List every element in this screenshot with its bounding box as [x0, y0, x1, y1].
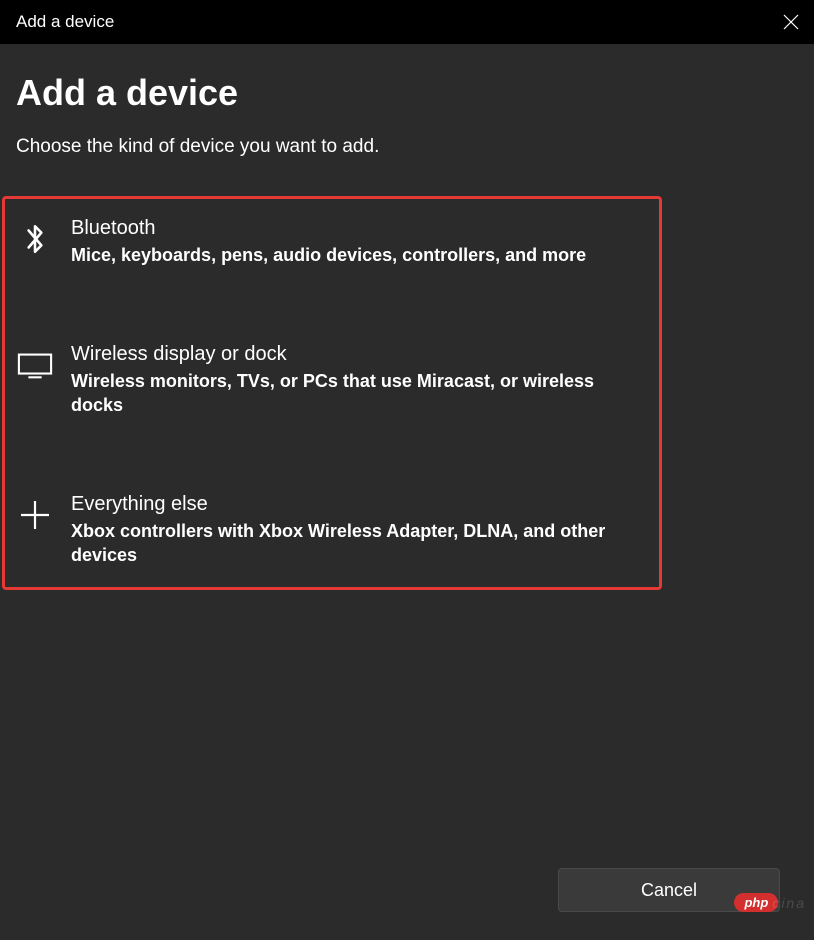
titlebar: Add a device [0, 0, 814, 44]
option-text: Everything else Xbox controllers with Xb… [71, 493, 645, 567]
display-icon [17, 347, 53, 383]
device-options-group: Bluetooth Mice, keyboards, pens, audio d… [2, 196, 662, 590]
close-button[interactable] [768, 0, 814, 44]
option-title: Bluetooth [71, 217, 586, 240]
watermark-suffix: cina [772, 895, 806, 911]
dialog-content: Add a device Choose the kind of device y… [0, 44, 814, 590]
option-description: Wireless monitors, TVs, or PCs that use … [71, 370, 645, 417]
option-everything-else[interactable]: Everything else Xbox controllers with Xb… [5, 483, 659, 577]
bluetooth-icon [17, 221, 53, 257]
option-description: Xbox controllers with Xbox Wireless Adap… [71, 520, 645, 567]
titlebar-title: Add a device [16, 12, 114, 32]
option-title: Everything else [71, 493, 645, 516]
option-bluetooth[interactable]: Bluetooth Mice, keyboards, pens, audio d… [5, 207, 659, 277]
option-description: Mice, keyboards, pens, audio devices, co… [71, 244, 586, 267]
page-subtitle: Choose the kind of device you want to ad… [16, 136, 798, 158]
close-icon [783, 14, 799, 30]
option-title: Wireless display or dock [71, 343, 645, 366]
page-title: Add a device [16, 72, 798, 114]
watermark: php cina [734, 893, 806, 912]
option-text: Wireless display or dock Wireless monito… [71, 343, 645, 417]
option-text: Bluetooth Mice, keyboards, pens, audio d… [71, 217, 586, 267]
plus-icon [17, 497, 53, 533]
option-wireless-display[interactable]: Wireless display or dock Wireless monito… [5, 333, 659, 427]
